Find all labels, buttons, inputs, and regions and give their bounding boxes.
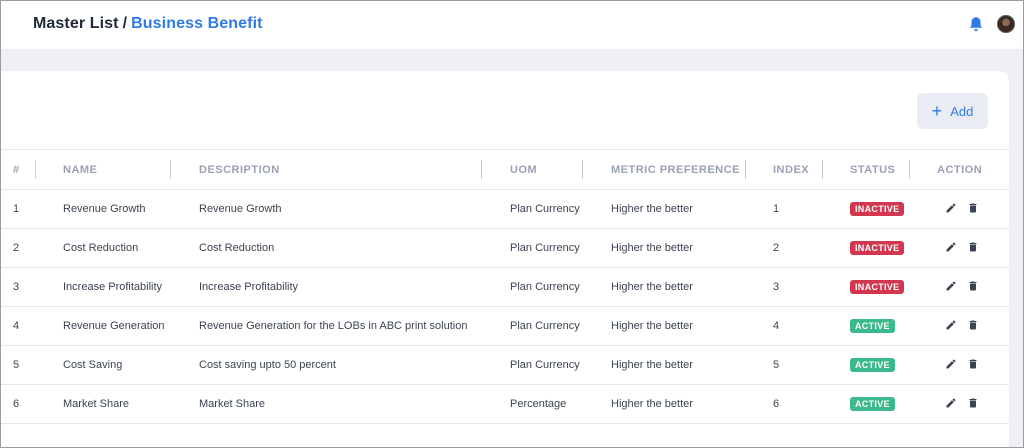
row-uom: Plan Currency [498, 267, 599, 307]
row-action-cell [925, 384, 1009, 424]
trash-icon[interactable] [967, 319, 979, 331]
row-uom: Plan Currency [498, 228, 599, 268]
row-status-cell: ACTIVE [838, 384, 925, 424]
breadcrumb-separator: / [122, 15, 128, 32]
table-row: 2 Cost Reduction Cost Reduction Plan Curren… [1, 228, 1009, 268]
column-header-description[interactable]: DESCRIPTION [187, 149, 498, 190]
row-index: 5 [761, 345, 838, 385]
table-row: 4 Revenue Generation Revenue Generation fo… [1, 306, 1009, 346]
row-number: 1 [1, 189, 51, 229]
row-number: 4 [1, 306, 51, 346]
user-avatar[interactable] [997, 15, 1015, 33]
row-uom: Plan Currency [498, 306, 599, 346]
trash-icon[interactable] [967, 280, 979, 292]
pencil-icon[interactable] [945, 280, 957, 292]
status-badge: INACTIVE [850, 280, 905, 294]
column-header-name[interactable]: NAME [51, 149, 187, 190]
row-name: Increase Profitability [51, 267, 187, 307]
pencil-icon[interactable] [945, 358, 957, 370]
pencil-icon[interactable] [945, 202, 957, 214]
trash-icon[interactable] [967, 397, 979, 409]
row-number: 2 [1, 228, 51, 268]
row-index: 3 [761, 267, 838, 307]
row-number: 6 [1, 384, 51, 424]
row-metric-preference: Higher the better [599, 267, 761, 307]
breadcrumb-root[interactable]: Master List [33, 15, 119, 32]
table-row: 5 Cost Saving Cost saving upto 50 percent P… [1, 345, 1009, 385]
row-uom: Plan Currency [498, 345, 599, 385]
add-button-label: Add [950, 103, 974, 119]
row-description: Revenue Growth [187, 189, 498, 229]
column-header-status[interactable]: STATUS [838, 149, 925, 190]
row-status-cell: INACTIVE [838, 189, 925, 229]
breadcrumb: Master List / Business Benefit [33, 15, 263, 33]
row-uom: Plan Currency [498, 189, 599, 229]
table-header-row: # NAME DESCRIPTION UOM METRIC PREFERENCE… [1, 149, 1009, 190]
table-row: 6 Market Share Market Share Percentage Highe… [1, 384, 1009, 424]
status-badge: INACTIVE [850, 202, 905, 216]
row-name: Cost Saving [51, 345, 187, 385]
status-badge: ACTIVE [850, 358, 895, 372]
trash-icon[interactable] [967, 202, 979, 214]
row-index: 2 [761, 228, 838, 268]
column-header-index[interactable]: INDEX [761, 149, 838, 190]
top-bar: Master List / Business Benefit [1, 1, 1023, 49]
row-name: Cost Reduction [51, 228, 187, 268]
row-status-cell: ACTIVE [838, 306, 925, 346]
row-metric-preference: Higher the better [599, 345, 761, 385]
row-status-cell: INACTIVE [838, 228, 925, 268]
row-description: Revenue Generation for the LOBs in ABC p… [187, 306, 498, 346]
plus-icon: + [931, 101, 943, 121]
row-metric-preference: Higher the better [599, 189, 761, 229]
row-action-cell [925, 345, 1009, 385]
row-metric-preference: Higher the better [599, 306, 761, 346]
row-status-cell: INACTIVE [838, 267, 925, 307]
row-action-cell [925, 306, 1009, 346]
row-description: Increase Profitability [187, 267, 498, 307]
row-description: Market Share [187, 384, 498, 424]
column-header-action: ACTION [925, 149, 1009, 190]
bell-icon[interactable] [967, 15, 985, 33]
row-description: Cost saving upto 50 percent [187, 345, 498, 385]
pencil-icon[interactable] [945, 241, 957, 253]
row-action-cell [925, 228, 1009, 268]
business-benefit-table: # NAME DESCRIPTION UOM METRIC PREFERENCE… [1, 149, 1009, 424]
content-card: + Add # NAME DESCRIPTION UOM METRIC PREF… [1, 71, 1009, 447]
row-number: 5 [1, 345, 51, 385]
row-number: 3 [1, 267, 51, 307]
table-row: 1 Revenue Growth Revenue Growth Plan Curren… [1, 189, 1009, 229]
row-index: 4 [761, 306, 838, 346]
row-name: Revenue Generation [51, 306, 187, 346]
column-header-number[interactable]: # [1, 149, 51, 190]
row-action-cell [925, 189, 1009, 229]
status-badge: INACTIVE [850, 241, 905, 255]
app-window: Master List / Business Benefit + Add # NAM… [0, 0, 1024, 448]
add-button[interactable]: + Add [917, 93, 988, 129]
row-index: 6 [761, 384, 838, 424]
breadcrumb-current: Business Benefit [131, 15, 263, 32]
table-row: 3 Increase Profitability Increase Profitab… [1, 267, 1009, 307]
pencil-icon[interactable] [945, 397, 957, 409]
column-header-metric-preference[interactable]: METRIC PREFERENCE [599, 149, 761, 190]
row-status-cell: ACTIVE [838, 345, 925, 385]
row-uom: Percentage [498, 384, 599, 424]
status-badge: ACTIVE [850, 397, 895, 411]
row-name: Market Share [51, 384, 187, 424]
status-badge: ACTIVE [850, 319, 895, 333]
trash-icon[interactable] [967, 358, 979, 370]
row-metric-preference: Higher the better [599, 384, 761, 424]
row-metric-preference: Higher the better [599, 228, 761, 268]
row-description: Cost Reduction [187, 228, 498, 268]
trash-icon[interactable] [967, 241, 979, 253]
column-header-uom[interactable]: UOM [498, 149, 599, 190]
row-index: 1 [761, 189, 838, 229]
pencil-icon[interactable] [945, 319, 957, 331]
row-action-cell [925, 267, 1009, 307]
row-name: Revenue Growth [51, 189, 187, 229]
